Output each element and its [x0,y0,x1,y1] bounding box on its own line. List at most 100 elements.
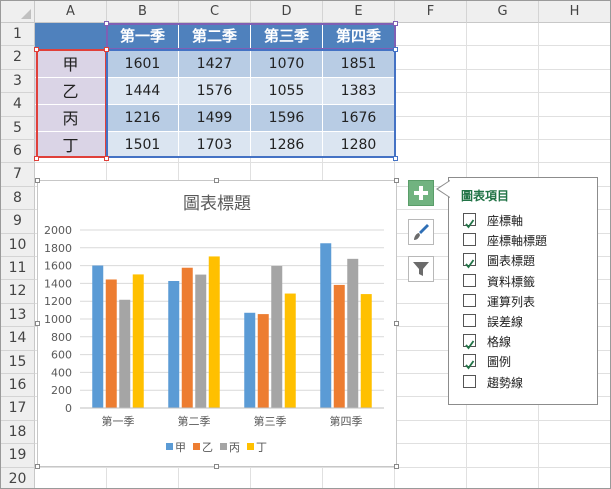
row-header-5[interactable]: 5 [1,116,35,140]
row-header-10[interactable]: 10 [1,233,35,257]
range-handle[interactable] [104,21,109,26]
range-handle[interactable] [393,156,398,161]
y-tick-label: 600 [51,349,72,362]
row-header-16[interactable]: 16 [1,374,35,398]
chart-resize-handle[interactable] [35,178,40,183]
element-label[interactable]: 趨勢線 [487,374,523,391]
bar[interactable] [181,267,193,408]
column-header-d[interactable]: D [251,1,323,23]
range-handle[interactable] [104,156,109,161]
panel-title: 圖表項目 [461,189,510,203]
element-checkbox[interactable] [463,293,476,307]
chart-resize-handle[interactable] [214,464,219,469]
plot-area[interactable] [92,243,372,408]
row-header-9[interactable]: 9 [1,210,35,234]
row-header-11[interactable]: 11 [1,257,35,281]
row-header-7[interactable]: 7 [1,163,35,187]
element-label[interactable]: 運算列表 [487,293,535,310]
element-label[interactable]: 圖例 [487,353,511,370]
chart-resize-handle[interactable] [394,321,399,326]
bar[interactable] [360,294,372,408]
range-handle[interactable] [104,47,109,52]
chart-resize-handle[interactable] [394,464,399,469]
column-header-c[interactable]: C [179,1,251,23]
row-header-18[interactable]: 18 [1,420,35,445]
element-checkbox[interactable] [463,374,476,388]
row-header-6[interactable]: 6 [1,140,35,164]
chart-elements-button[interactable] [408,180,434,206]
element-label[interactable]: 誤差線 [487,313,523,330]
bar[interactable] [257,314,269,408]
range-handle[interactable] [34,47,39,52]
row-header-1[interactable]: 1 [1,23,35,47]
select-all-corner[interactable] [1,1,35,23]
column-header-h[interactable]: H [539,1,610,23]
row-header-8[interactable]: 8 [1,186,35,211]
bar[interactable] [168,280,180,408]
chart-styles-button[interactable] [408,219,434,245]
row-header-15[interactable]: 15 [1,350,35,374]
chart-resize-handle[interactable] [214,178,219,183]
panel-pointer [436,180,450,198]
x-axis[interactable]: 第一季 第二季 第三季 第四季 [80,407,384,428]
bar[interactable] [347,258,359,408]
element-label[interactable]: 圖表標題 [487,252,535,269]
element-checkbox[interactable] [463,334,476,350]
row-header-13[interactable]: 13 [1,303,35,328]
chart-filters-button[interactable] [408,256,434,282]
legend-label: 乙 [202,441,213,454]
bar[interactable] [119,299,131,408]
element-checkbox[interactable] [463,253,476,269]
cell-a1[interactable] [35,23,107,50]
chart-resize-handle[interactable] [394,178,399,183]
range-handle[interactable] [393,21,398,26]
column-header-g[interactable]: G [467,1,539,23]
row-header-14[interactable]: 14 [1,327,35,351]
row-header-4[interactable]: 4 [1,93,35,117]
legend-label: 丙 [229,441,240,454]
bar[interactable] [105,279,117,408]
row-header-12[interactable]: 12 [1,280,35,304]
chart-resize-handle[interactable] [35,321,40,326]
row-header-2[interactable]: 2 [1,46,35,70]
y-axis[interactable]: 0 200 400 600 800 1000 1200 1400 1600 1800 2000 [44,224,72,415]
bar[interactable] [320,243,332,408]
funnel-icon [413,262,429,276]
range-highlight-names [36,49,107,158]
range-handle[interactable] [393,47,398,52]
element-checkbox[interactable] [463,273,476,287]
element-checkbox[interactable] [463,213,476,229]
element-checkbox[interactable] [463,233,476,247]
column-header-b[interactable]: B [107,1,179,23]
bar[interactable] [333,284,345,408]
chart-legend[interactable]: 甲乙丙丁 [166,441,267,454]
bar[interactable] [271,265,283,408]
element-checkbox[interactable] [463,354,476,370]
chart-area[interactable]: 圖表標題 0 200 400 600 800 1000 1200 1400 1600 1800 20… [37,180,397,467]
chart-elements-panel: 圖表項目 座標軸座標軸標題圖表標題資料標籤運算列表誤差線格線圖例趨勢線 [436,177,598,405]
column-header-f[interactable]: F [395,1,467,23]
chart-title[interactable]: 圖表標題 [183,194,251,214]
element-checkbox[interactable] [463,314,476,327]
bar[interactable] [195,274,207,408]
bar[interactable] [208,256,220,408]
column-header-a[interactable]: A [35,1,107,23]
chart-resize-handle[interactable] [35,464,40,469]
row-header-17[interactable]: 17 [1,397,35,421]
element-label[interactable]: 座標軸標題 [487,232,547,249]
check-icon [465,219,475,229]
row-header-3[interactable]: 3 [1,69,35,94]
bar[interactable] [92,265,104,408]
y-tick-label: 1400 [44,277,72,290]
column-header-e[interactable]: E [323,1,395,23]
element-label[interactable]: 座標軸 [487,212,523,229]
element-label[interactable]: 格線 [487,333,511,350]
bar[interactable] [132,274,144,408]
row-header-19[interactable]: 19 [1,444,35,468]
bar[interactable] [244,312,256,408]
bar[interactable] [284,293,296,408]
row-header-20[interactable]: 20 [1,467,35,488]
range-handle[interactable] [34,156,39,161]
x-tick-label: 第三季 [254,414,287,428]
element-label[interactable]: 資料標籤 [487,273,535,290]
